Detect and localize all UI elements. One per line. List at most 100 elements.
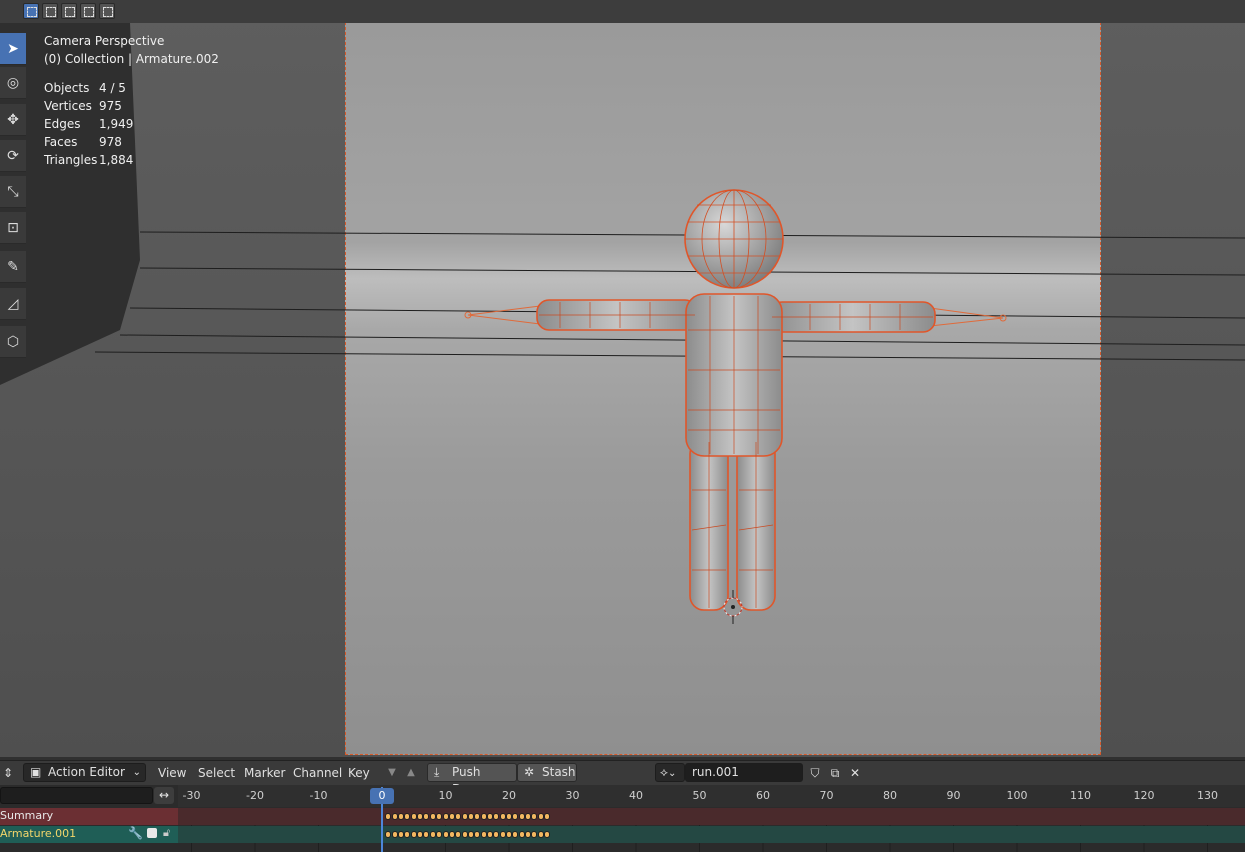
summary-track[interactable] xyxy=(178,808,1245,825)
keyframe[interactable] xyxy=(461,831,468,838)
keyframe[interactable] xyxy=(436,813,443,820)
keyframe[interactable] xyxy=(448,813,455,820)
editor-type-icon[interactable]: ⇕ xyxy=(0,764,16,782)
move-tool-icon[interactable]: ✥ xyxy=(0,104,26,136)
select-subtract-mode-icon[interactable] xyxy=(61,3,77,19)
ruler-tick-label: 10 xyxy=(438,789,453,802)
add-cube-tool-icon[interactable]: ⬡ xyxy=(0,326,26,358)
keyframe[interactable] xyxy=(442,813,449,820)
chevron-down-icon: ⌄ xyxy=(667,768,677,779)
keyframe[interactable] xyxy=(398,831,405,838)
tool-shelf: ➤ ◎ ✥ ⟳ ⤡ ⊡ ✎ ◿ ⬡ xyxy=(0,29,27,363)
keyframe[interactable] xyxy=(461,813,468,820)
select-extend-mode-icon[interactable] xyxy=(42,3,58,19)
keyframe[interactable] xyxy=(417,813,424,820)
keyframe[interactable] xyxy=(467,813,474,820)
keyframe[interactable] xyxy=(506,831,512,838)
keyframe[interactable] xyxy=(455,831,462,838)
duplicate-action-icon[interactable]: ⧉ xyxy=(827,764,843,782)
menu-view[interactable]: View xyxy=(158,764,186,782)
ruler-tick-label: 20 xyxy=(502,789,516,802)
keyframe[interactable] xyxy=(537,813,544,820)
action-name-field[interactable]: run.001 xyxy=(685,763,803,782)
keyframe[interactable] xyxy=(455,813,462,820)
unlink-action-close-icon[interactable]: ✕ xyxy=(847,764,863,782)
keyframe[interactable] xyxy=(429,831,436,838)
collection-name: (0) Collection | Armature.002 xyxy=(44,52,219,66)
keyframe[interactable] xyxy=(391,831,398,838)
wrench-icon[interactable]: 🔧 xyxy=(128,826,143,840)
action-editor-header: ⇕ ▣ Action Editor ⌄ View Select Marker C… xyxy=(0,760,1245,796)
keyframe[interactable] xyxy=(467,831,474,838)
browse-action-dropdown[interactable]: ⟡⌄ xyxy=(655,763,685,782)
keyframe[interactable] xyxy=(429,813,436,820)
ruler-tick-label: -30 xyxy=(182,789,201,802)
armature-track[interactable] xyxy=(178,826,1245,843)
ruler-tick-label: 50 xyxy=(692,789,707,802)
stat-row: Edges 1,949 xyxy=(44,117,134,131)
menu-marker[interactable]: Marker xyxy=(244,764,285,782)
stash-button[interactable]: ✲ Stash xyxy=(517,763,577,782)
menu-channel[interactable]: Channel xyxy=(293,764,342,782)
ground-line xyxy=(139,267,1245,276)
select-box-mode-icon[interactable] xyxy=(23,3,39,19)
select-intersect-mode-icon[interactable] xyxy=(99,3,115,19)
unlock-icon[interactable]: 🔓︎ xyxy=(163,826,170,840)
annotate-tool-icon[interactable]: ✎ xyxy=(0,251,26,283)
keyframe[interactable] xyxy=(525,813,532,820)
keyframe[interactable] xyxy=(442,831,449,838)
keyframe[interactable] xyxy=(436,831,443,838)
keyframe[interactable] xyxy=(480,813,487,820)
layer-down-icon[interactable]: ▼ xyxy=(384,764,400,782)
keyframe[interactable] xyxy=(486,831,493,838)
keyframe[interactable] xyxy=(544,831,551,838)
menu-select[interactable]: Select xyxy=(198,764,235,782)
keyframe[interactable] xyxy=(506,813,512,820)
ruler-tick-label: -20 xyxy=(246,789,264,802)
channel-summary[interactable]: Summary xyxy=(0,808,178,825)
3d-viewport[interactable]: ➤ ◎ ✥ ⟳ ⤡ ⊡ ✎ ◿ ⬡ Camera Perspective (0)… xyxy=(0,0,1245,757)
select-tool-icon[interactable]: ➤ xyxy=(0,33,26,65)
mode-dropdown[interactable]: ▣ Action Editor ⌄ xyxy=(23,763,146,782)
keyframe[interactable] xyxy=(525,831,532,838)
keyframe[interactable] xyxy=(480,831,487,838)
ruler-tick-label: -10 xyxy=(309,789,328,802)
measure-tool-icon[interactable]: ◿ xyxy=(0,288,26,320)
stat-row: Faces 978 xyxy=(44,135,122,149)
stat-row: Vertices 975 xyxy=(44,99,122,113)
cursor-tool-icon[interactable]: ◎ xyxy=(0,67,26,99)
keyframe[interactable] xyxy=(410,831,417,838)
push-down-button[interactable]: ⤓ Push Down xyxy=(427,763,517,796)
layer-up-icon[interactable]: ▲ xyxy=(403,764,419,782)
select-invert-mode-icon[interactable] xyxy=(80,3,96,19)
channel-search-input[interactable] xyxy=(0,787,153,804)
keyframe[interactable] xyxy=(410,813,417,820)
fake-user-shield-icon[interactable]: ⛉ xyxy=(807,764,823,782)
checkbox-icon[interactable] xyxy=(147,828,157,838)
rotate-tool-icon[interactable]: ⟳ xyxy=(0,140,26,172)
ruler-tick-label: 90 xyxy=(946,789,961,802)
keyframe[interactable] xyxy=(518,831,525,838)
transform-tool-icon[interactable]: ⊡ xyxy=(0,212,26,244)
keyframe[interactable] xyxy=(417,831,424,838)
push-down-icon: ⤓ xyxy=(434,765,440,779)
stat-row: Triangles 1,884 xyxy=(44,153,134,167)
keyframe[interactable] xyxy=(499,813,506,820)
keyframe[interactable] xyxy=(391,813,398,820)
scale-tool-icon[interactable]: ⤡ xyxy=(0,176,26,208)
keyframe[interactable] xyxy=(499,831,506,838)
keyframe[interactable] xyxy=(537,831,544,838)
ruler-tick-label: 130 xyxy=(1197,789,1218,802)
keyframe[interactable] xyxy=(486,813,493,820)
keyframe[interactable] xyxy=(518,813,525,820)
keyframe[interactable] xyxy=(398,813,405,820)
current-frame-badge[interactable]: 0 xyxy=(370,788,394,804)
swap-arrows-icon[interactable]: ↔ xyxy=(154,787,174,804)
keyframe[interactable] xyxy=(544,813,551,820)
ground-line xyxy=(119,334,1245,346)
channel-armature[interactable]: Armature.001 🔧 🔓︎ xyxy=(0,826,178,843)
viewport-header xyxy=(0,0,1245,23)
viewport-stats: Camera Perspective (0) Collection | Arma… xyxy=(44,32,219,169)
keyframe[interactable] xyxy=(448,831,455,838)
menu-key[interactable]: Key xyxy=(348,764,370,782)
